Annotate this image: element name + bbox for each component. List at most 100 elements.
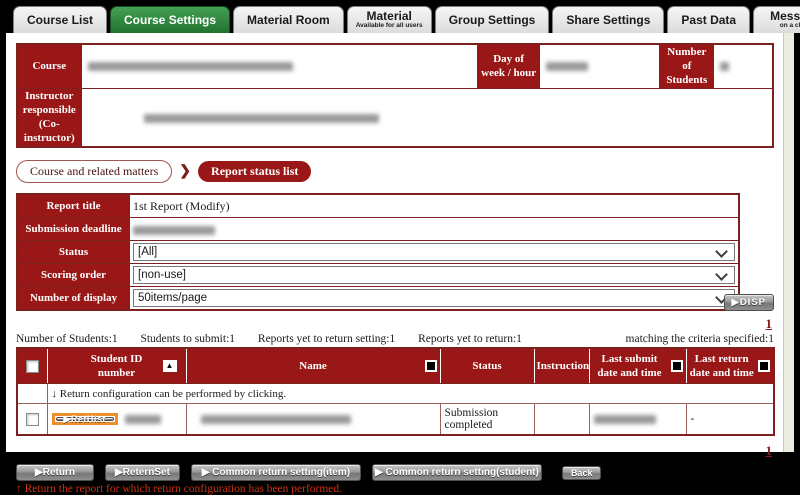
- filter-table: Report title 1st Report (Modify) Submiss…: [16, 193, 740, 311]
- pagination-top: 1: [16, 316, 774, 332]
- sort-ascending-icon[interactable]: ▲: [163, 360, 177, 372]
- instruction-header: Instruction: [537, 360, 590, 372]
- last-return-column-checkbox[interactable]: [758, 360, 770, 372]
- action-button-row: ▶Return ▶ReternSet ▶ Common return setti…: [16, 464, 774, 481]
- return-button[interactable]: ▶Return: [16, 464, 94, 481]
- common-return-setting-item-button[interactable]: ▶ Common return setting(item): [191, 464, 361, 481]
- common-return-setting-student-button[interactable]: ▶ Common return setting(student): [372, 464, 542, 481]
- redacted-student-name: [201, 415, 351, 424]
- tab-course-settings[interactable]: Course Settings: [110, 6, 230, 33]
- tab-sublabel: Available for all users: [356, 23, 423, 30]
- page-1-link-top[interactable]: 1: [766, 316, 773, 331]
- tab-label: Message: [770, 10, 800, 23]
- breadcrumb-course-related-button[interactable]: Course and related matters: [16, 160, 172, 183]
- return-config-hint: ↓ Return configuration can be performed …: [47, 384, 774, 404]
- last-submit-header: Last submit date and time: [597, 353, 661, 379]
- redacted-student-count: [720, 62, 729, 71]
- page-edge-strip: [783, 33, 794, 452]
- tab-past-data[interactable]: Past Data: [667, 6, 750, 33]
- summary-matching-count: matching the criteria specified:1: [626, 333, 774, 345]
- tab-label: Course Settings: [124, 14, 216, 27]
- table-row: ▶RetHist Submission completed -: [17, 404, 774, 436]
- num-students-value: [714, 44, 773, 89]
- name-header: Name: [299, 360, 327, 372]
- day-of-week-label: Day of week / hour: [478, 44, 540, 89]
- tab-material-room[interactable]: Material Room: [233, 6, 344, 33]
- filter-section: Report title 1st Report (Modify) Submiss…: [16, 193, 774, 311]
- breadcrumb-report-status-button[interactable]: Report status list: [198, 161, 311, 182]
- instructor-label: Instructor responsible (Co-instructor): [17, 89, 81, 148]
- redacted-instructor-name: [144, 114, 379, 123]
- day-of-week-value: [540, 44, 660, 89]
- rethist-button[interactable]: ▶RetHist: [56, 417, 114, 421]
- num-students-label: Number of Students: [660, 44, 714, 89]
- status-select-value: [All]: [138, 246, 157, 258]
- last-return-header: Last return date and time: [690, 353, 754, 379]
- course-label: Course: [17, 44, 81, 89]
- main-content: Course Day of week / hour Number of Stud…: [6, 33, 783, 452]
- tab-label: Course List: [27, 14, 93, 27]
- instructor-value: [81, 89, 773, 148]
- redacted-course-name: [88, 62, 293, 71]
- pagination-bottom: 1: [16, 443, 774, 459]
- hint-row: ↓ Return configuration can be performed …: [17, 384, 774, 404]
- select-all-checkbox[interactable]: [26, 360, 39, 373]
- returnset-button[interactable]: ▶ReternSet: [105, 464, 180, 481]
- tab-share-settings[interactable]: Share Settings: [552, 6, 664, 33]
- tab-label: Material: [367, 10, 412, 23]
- redacted-deadline: [133, 226, 215, 235]
- last-return-cell: -: [686, 404, 774, 436]
- last-submit-column-checkbox[interactable]: [671, 360, 683, 372]
- tab-message[interactable]: Message on a class: [753, 6, 800, 33]
- status-select[interactable]: [All]: [133, 243, 735, 261]
- breadcrumb: Course and related matters ❯ Report stat…: [16, 160, 774, 183]
- tab-bar: Course List Course Settings Material Roo…: [6, 5, 794, 33]
- page-1-link-bottom[interactable]: 1: [766, 443, 773, 458]
- scoring-order-select-value: [non-use]: [138, 269, 186, 281]
- disp-button[interactable]: ▶DISP: [724, 294, 774, 311]
- report-title-value: 1st Report (Modify): [130, 194, 740, 218]
- tab-label: Share Settings: [566, 14, 650, 27]
- number-of-display-select-value: 50items/page: [138, 292, 207, 304]
- summary-yet-to-return-setting: Reports yet to return setting:1: [258, 333, 395, 345]
- course-value: [81, 44, 478, 89]
- results-header-row: Student ID number ▲ Name Status Instruct…: [17, 348, 774, 384]
- last-submit-cell: [589, 404, 686, 436]
- return-footnote: ↑ Return the report for which return con…: [16, 483, 774, 495]
- redacted-student-id: [125, 415, 161, 424]
- chevron-down-icon: [715, 268, 728, 281]
- scoring-order-label: Scoring order: [17, 264, 130, 287]
- status-label: Status: [17, 241, 130, 264]
- student-id-cell: ▶RetHist: [47, 404, 186, 436]
- summary-students-to-submit: Students to submit:1: [140, 333, 235, 345]
- tab-label: Material Room: [247, 14, 330, 27]
- redacted-submit-datetime: [594, 415, 656, 424]
- tab-course-list[interactable]: Course List: [13, 6, 107, 33]
- name-column-checkbox[interactable]: [425, 360, 437, 372]
- number-of-display-select[interactable]: 50items/page: [133, 289, 735, 307]
- summary-line: Number of Students:1 Students to submit:…: [16, 333, 774, 345]
- summary-number-of-students: Number of Students:1: [16, 333, 118, 345]
- status-header: Status: [472, 360, 501, 372]
- student-name-cell: [186, 404, 440, 436]
- submission-deadline-label: Submission deadline: [17, 218, 130, 241]
- course-info-table: Course Day of week / hour Number of Stud…: [16, 43, 774, 148]
- back-button[interactable]: Back: [562, 466, 602, 480]
- tab-material-all-users[interactable]: Material Available for all users: [347, 6, 432, 33]
- tab-sublabel: on a class: [780, 23, 800, 30]
- scoring-order-select[interactable]: [non-use]: [133, 266, 735, 284]
- chevron-down-icon: [715, 245, 728, 258]
- status-cell: Submission completed: [440, 404, 534, 436]
- report-title-label: Report title: [17, 194, 130, 218]
- instruction-cell: [534, 404, 589, 436]
- row-checkbox[interactable]: [26, 413, 39, 426]
- results-table: Student ID number ▲ Name Status Instruct…: [16, 347, 775, 436]
- summary-yet-to-return: Reports yet to return:1: [418, 333, 522, 345]
- breadcrumb-chevron-icon: ❯: [179, 163, 191, 180]
- student-id-header: Student ID number: [81, 352, 153, 381]
- tab-group-settings[interactable]: Group Settings: [435, 6, 550, 33]
- submission-deadline-value: [130, 218, 740, 241]
- summary-counts: Number of Students:1 Students to submit:…: [16, 333, 542, 345]
- tab-label: Group Settings: [449, 14, 536, 27]
- rethist-highlight-box: ▶RetHist: [52, 413, 118, 425]
